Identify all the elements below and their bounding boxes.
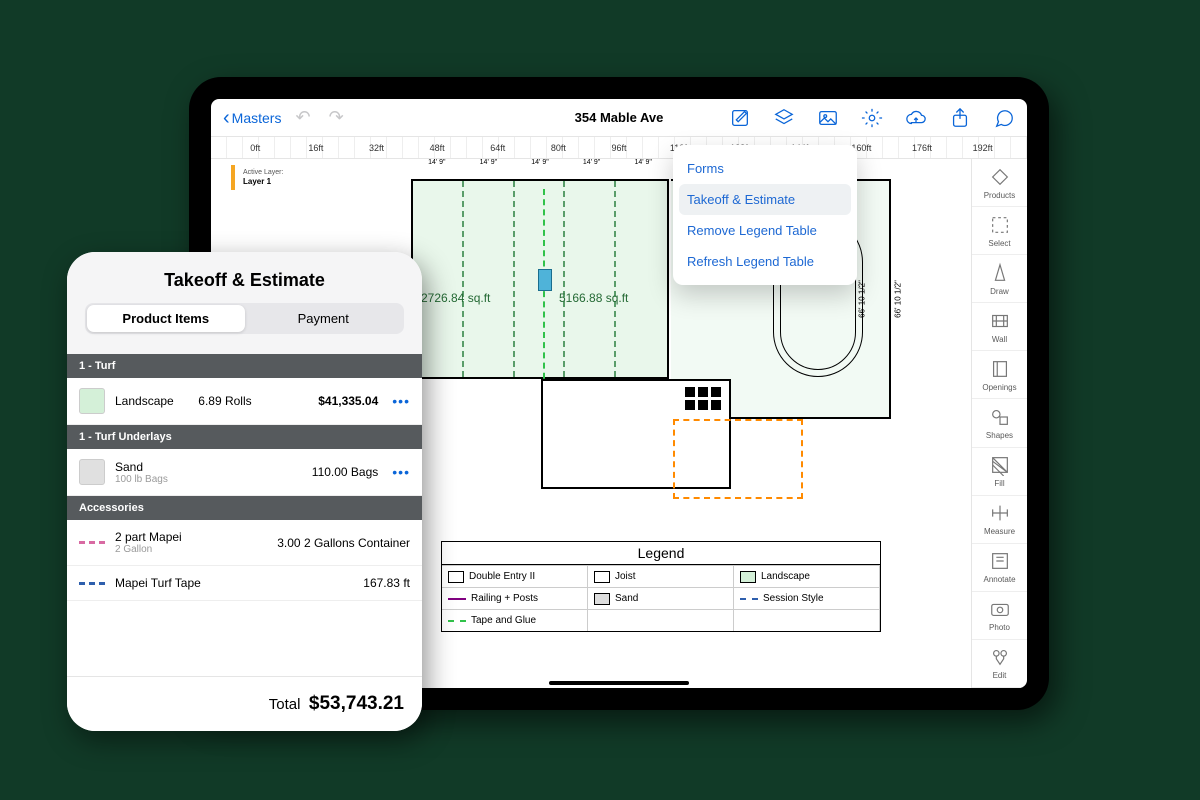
estimate-title: Takeoff & Estimate [67, 270, 422, 291]
estimate-panel: Takeoff & Estimate Product Items Payment… [67, 252, 422, 731]
tab-payment[interactable]: Payment [245, 305, 403, 332]
tool-strip: Products Select Draw Wall Openings Shape… [971, 159, 1027, 688]
tool-select[interactable]: Select [972, 207, 1027, 255]
estimate-segmented[interactable]: Product Items Payment [85, 303, 404, 334]
tool-measure[interactable]: Measure [972, 496, 1027, 544]
legend-table: Legend Double Entry II Joist Landscape R… [441, 541, 881, 632]
share-icon[interactable] [949, 107, 971, 129]
page-title: 354 Mable Ave [575, 110, 664, 125]
redo-button[interactable]: ↷ [329, 107, 344, 128]
chevron-left-icon: ‹ [223, 108, 230, 128]
popover-takeoff[interactable]: Takeoff & Estimate [679, 184, 851, 215]
tool-openings[interactable]: Openings [972, 351, 1027, 399]
back-button[interactable]: ‹ Masters [223, 108, 281, 128]
patio-outline[interactable] [673, 419, 803, 499]
section-turf: 1 - Turf [67, 354, 422, 378]
undo-button[interactable]: ↶ [295, 107, 310, 128]
landscape-swatch-icon [79, 388, 105, 414]
tape-swatch-icon [79, 582, 105, 585]
more-icon[interactable]: ••• [388, 393, 410, 409]
tool-draw[interactable]: Draw [972, 255, 1027, 303]
row-landscape[interactable]: Landscape 6.89 Rolls $41,335.04 ••• [67, 378, 422, 425]
area-a-label: 2726.84 sq.ft [421, 291, 490, 305]
back-label: Masters [232, 110, 282, 126]
tool-photo[interactable]: Photo [972, 592, 1027, 640]
more-icon[interactable]: ••• [388, 464, 410, 480]
tool-shapes[interactable]: Shapes [972, 399, 1027, 447]
cloud-icon[interactable] [905, 107, 927, 129]
popover-forms[interactable]: Forms [673, 153, 857, 184]
popover-refresh-legend[interactable]: Refresh Legend Table [673, 246, 857, 277]
ruler: 0ft16ft32ft 48ft64ft80ft 96ft112ft128ft … [211, 137, 1027, 159]
gear-icon[interactable] [861, 107, 883, 129]
area-b-label: 5166.88 sq.ft [559, 291, 628, 305]
home-indicator [549, 681, 689, 685]
image-icon[interactable] [817, 107, 839, 129]
top-dimensions: 14' 9"14' 9" 14' 9"14' 9" 14' 9" [411, 159, 669, 166]
comment-icon[interactable] [993, 107, 1015, 129]
active-layer-badge: Active Layer: Layer 1 [231, 165, 291, 190]
row-sand[interactable]: Sand 100 lb Bags 110.00 Bags ••• [67, 449, 422, 496]
tool-annotate[interactable]: Annotate [972, 544, 1027, 592]
tab-product-items[interactable]: Product Items [87, 305, 245, 332]
popover-remove-legend[interactable]: Remove Legend Table [673, 215, 857, 246]
mapei-swatch-icon [79, 541, 105, 544]
row-turf-tape[interactable]: Mapei Turf Tape 167.83 ft [67, 566, 422, 601]
tool-wall[interactable]: Wall [972, 303, 1027, 351]
tool-edit[interactable]: Edit [972, 640, 1027, 688]
tool-products[interactable]: Products [972, 159, 1027, 207]
estimate-total: Total $53,743.21 [67, 676, 422, 731]
layers-icon[interactable] [773, 107, 795, 129]
section-underlays: 1 - Turf Underlays [67, 425, 422, 449]
sand-swatch-icon [79, 459, 105, 485]
section-accessories: Accessories [67, 496, 422, 520]
tool-fill[interactable]: Fill [972, 448, 1027, 496]
joist-symbol[interactable] [538, 269, 552, 291]
row-mapei[interactable]: 2 part Mapei 2 Gallon 3.00 2 Gallons Con… [67, 520, 422, 566]
edit-icon[interactable] [729, 107, 751, 129]
actions-popover: Forms Takeoff & Estimate Remove Legend T… [673, 145, 857, 285]
